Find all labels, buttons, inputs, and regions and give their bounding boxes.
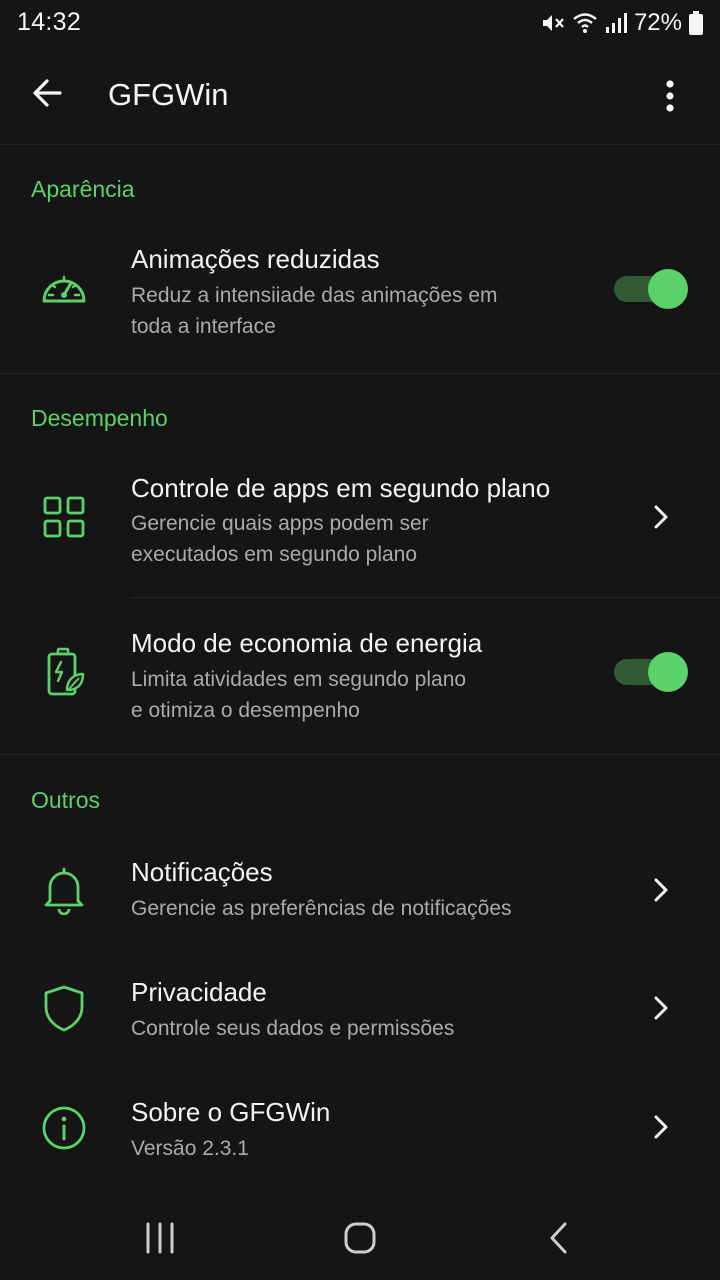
- setting-title: Privacidade: [131, 977, 267, 1007]
- setting-description: Gerencie as preferências de notificações: [131, 897, 512, 920]
- section-header-performance: Desempenho: [31, 405, 168, 431]
- setting-description: Gerencie quais apps podem ser executados…: [131, 508, 551, 570]
- section-divider: [0, 754, 720, 755]
- chevron-right-icon: [654, 1115, 668, 1139]
- setting-description-line: executados em segundo plano: [131, 543, 418, 566]
- chevron-right-icon: [654, 996, 668, 1020]
- section-header-appearance: Aparência: [31, 176, 135, 202]
- setting-title: Sobre o GFGWin: [131, 1097, 331, 1127]
- setting-description-line: toda a interface: [131, 315, 276, 338]
- back-nav-icon[interactable]: [540, 1220, 580, 1256]
- status-bar: 14:32 72%: [0, 0, 720, 48]
- setting-description-line: Limita atividades em segundo plano: [131, 668, 467, 691]
- shield-icon: [44, 985, 84, 1032]
- mute-icon: [542, 15, 564, 31]
- battery-saver-toggle[interactable]: [614, 652, 688, 692]
- setting-description: Limita atividades em segundo plano e oti…: [131, 664, 551, 726]
- setting-title: Notificações: [131, 857, 273, 887]
- status-time: 14:32: [17, 8, 82, 36]
- setting-description: Controle seus dados e permissões: [131, 1017, 455, 1040]
- battery-leaf-icon: [47, 647, 85, 696]
- setting-reduced-animations[interactable]: Animações reduzidas Reduz a intensiiade …: [0, 225, 720, 373]
- section-header-others: Outros: [31, 787, 101, 813]
- more-options-icon[interactable]: [650, 76, 690, 116]
- info-icon: [42, 1106, 86, 1150]
- chevron-right-icon: [654, 505, 668, 529]
- back-arrow-icon[interactable]: [26, 70, 72, 116]
- status-icons: 72%: [540, 9, 704, 37]
- toggle-thumb: [648, 269, 688, 309]
- setting-title: Controle de apps em segundo plano: [131, 473, 551, 503]
- app-bar: GFGWin: [0, 48, 720, 145]
- section-divider: [0, 373, 720, 374]
- setting-description-line: Reduz a intensiiade das animações em: [131, 284, 498, 307]
- setting-title: Animações reduzidas: [131, 244, 380, 274]
- chevron-right-icon: [654, 878, 668, 902]
- page-title: GFGWin: [108, 77, 229, 112]
- setting-background-apps[interactable]: Controle de apps em segundo plano Gerenc…: [0, 455, 720, 597]
- setting-description: Versão 2.3.1: [131, 1137, 249, 1160]
- setting-description: Reduz a intensiiade das animações em tod…: [131, 280, 551, 342]
- reduced-animations-toggle[interactable]: [614, 269, 688, 309]
- setting-description-line: Gerencie quais apps podem ser: [131, 512, 429, 535]
- battery-icon: [689, 11, 703, 35]
- setting-title: Modo de economia de energia: [131, 628, 483, 658]
- system-navigation-bar: [0, 1190, 720, 1280]
- recent-apps-icon[interactable]: [140, 1220, 180, 1256]
- speedometer-icon: [42, 275, 86, 303]
- toggle-thumb: [648, 652, 688, 692]
- home-icon[interactable]: [340, 1220, 380, 1256]
- grid-icon: [43, 496, 85, 538]
- setting-privacy[interactable]: Privacidade Controle seus dados e permis…: [0, 956, 720, 1068]
- signal-icon: [605, 13, 627, 33]
- setting-about[interactable]: Sobre o GFGWin Versão 2.3.1: [0, 1076, 720, 1188]
- wifi-icon: [573, 13, 597, 33]
- bell-icon: [44, 867, 84, 915]
- battery-percentage: 72%: [633, 9, 682, 36]
- setting-battery-saver[interactable]: Modo de economia de energia Limita ativi…: [0, 598, 720, 754]
- setting-description-line: e otimiza o desempenho: [131, 699, 360, 722]
- setting-notifications[interactable]: Notificações Gerencie as preferências de…: [0, 836, 720, 948]
